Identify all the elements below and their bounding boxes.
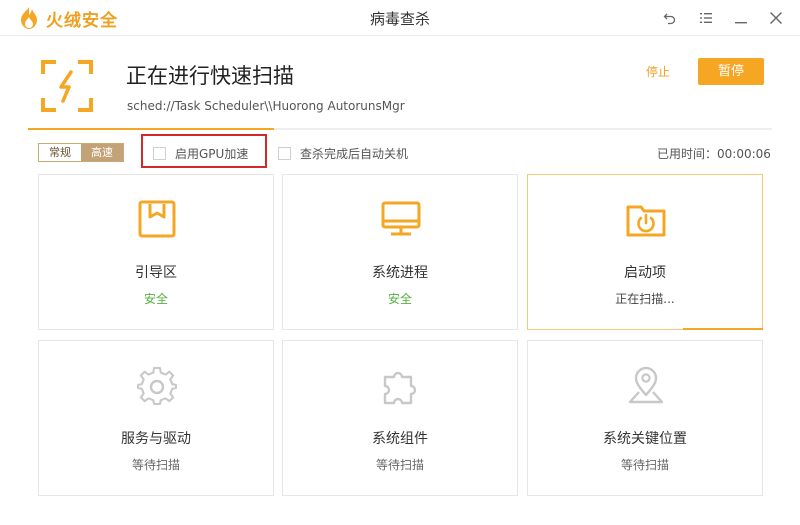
card-status: 正在扫描... <box>615 292 675 306</box>
card-system-processes: 系统进程 安全 <box>282 174 518 330</box>
card-status: 安全 <box>143 292 168 306</box>
current-scan-path: sched://Task Scheduler\\Huorong Autoruns… <box>127 99 405 113</box>
elapsed-time: 已用时间：00:00:06 <box>657 145 771 162</box>
startup-folder-icon <box>626 205 666 237</box>
card-name: 系统组件 <box>372 431 428 447</box>
monitor-icon <box>381 201 421 236</box>
mode-normal-option[interactable]: 常规 <box>39 144 81 161</box>
title-bar: 火绒安全 病毒查杀 <box>0 0 800 36</box>
back-icon <box>663 13 676 25</box>
card-name: 启动项 <box>624 265 666 281</box>
card-name: 系统关键位置 <box>603 431 687 447</box>
card-startup-items: 启动项 正在扫描... <box>527 174 763 330</box>
gear-icon <box>137 367 177 406</box>
shutdown-checkbox-label: 查杀完成后自动关机 <box>300 147 409 161</box>
elapsed-time-label: 已用时间： <box>657 147 718 161</box>
scan-mode-toggle: 常规 高速 <box>38 143 124 162</box>
gpu-acceleration-checkbox[interactable]: 启用GPU加速 <box>153 145 248 162</box>
scan-progress-bar <box>28 128 772 130</box>
card-boot-sector: 引导区 安全 <box>38 174 274 330</box>
gpu-checkbox-box[interactable] <box>153 147 166 160</box>
card-status: 等待扫描 <box>620 458 669 472</box>
puzzle-icon <box>383 371 417 405</box>
card-name: 系统进程 <box>372 265 428 281</box>
card-name: 服务与驱动 <box>121 431 191 447</box>
minimize-button[interactable] <box>729 7 753 29</box>
scan-progress-fill <box>28 128 274 130</box>
auto-shutdown-checkbox[interactable]: 查杀完成后自动关机 <box>278 145 408 162</box>
boot-sector-icon <box>138 200 176 238</box>
scan-title: 正在进行快速扫描 <box>126 64 294 88</box>
shutdown-checkbox-box[interactable] <box>278 147 291 160</box>
back-button[interactable] <box>658 7 682 29</box>
card-status: 等待扫描 <box>131 458 180 472</box>
elapsed-time-value: 00:00:06 <box>717 147 771 161</box>
pause-button[interactable]: 暂停 <box>698 58 764 85</box>
minimize-icon <box>735 22 747 24</box>
stop-button[interactable]: 停止 <box>636 60 680 84</box>
location-pin-icon <box>628 366 664 404</box>
card-status: 等待扫描 <box>375 458 424 472</box>
close-button[interactable] <box>764 7 788 29</box>
card-active-indicator <box>683 328 763 330</box>
card-name: 引导区 <box>135 265 177 281</box>
quick-scan-icon <box>41 60 93 112</box>
card-key-locations: 系统关键位置 等待扫描 <box>527 340 763 496</box>
menu-icon <box>700 13 712 23</box>
card-status: 安全 <box>387 292 412 306</box>
mode-fast-option[interactable]: 高速 <box>81 144 123 161</box>
menu-button[interactable] <box>694 7 718 29</box>
gpu-checkbox-label: 启用GPU加速 <box>175 147 249 161</box>
close-icon <box>770 12 782 24</box>
card-system-components: 系统组件 等待扫描 <box>282 340 518 496</box>
card-services-drivers: 服务与驱动 等待扫描 <box>38 340 274 496</box>
